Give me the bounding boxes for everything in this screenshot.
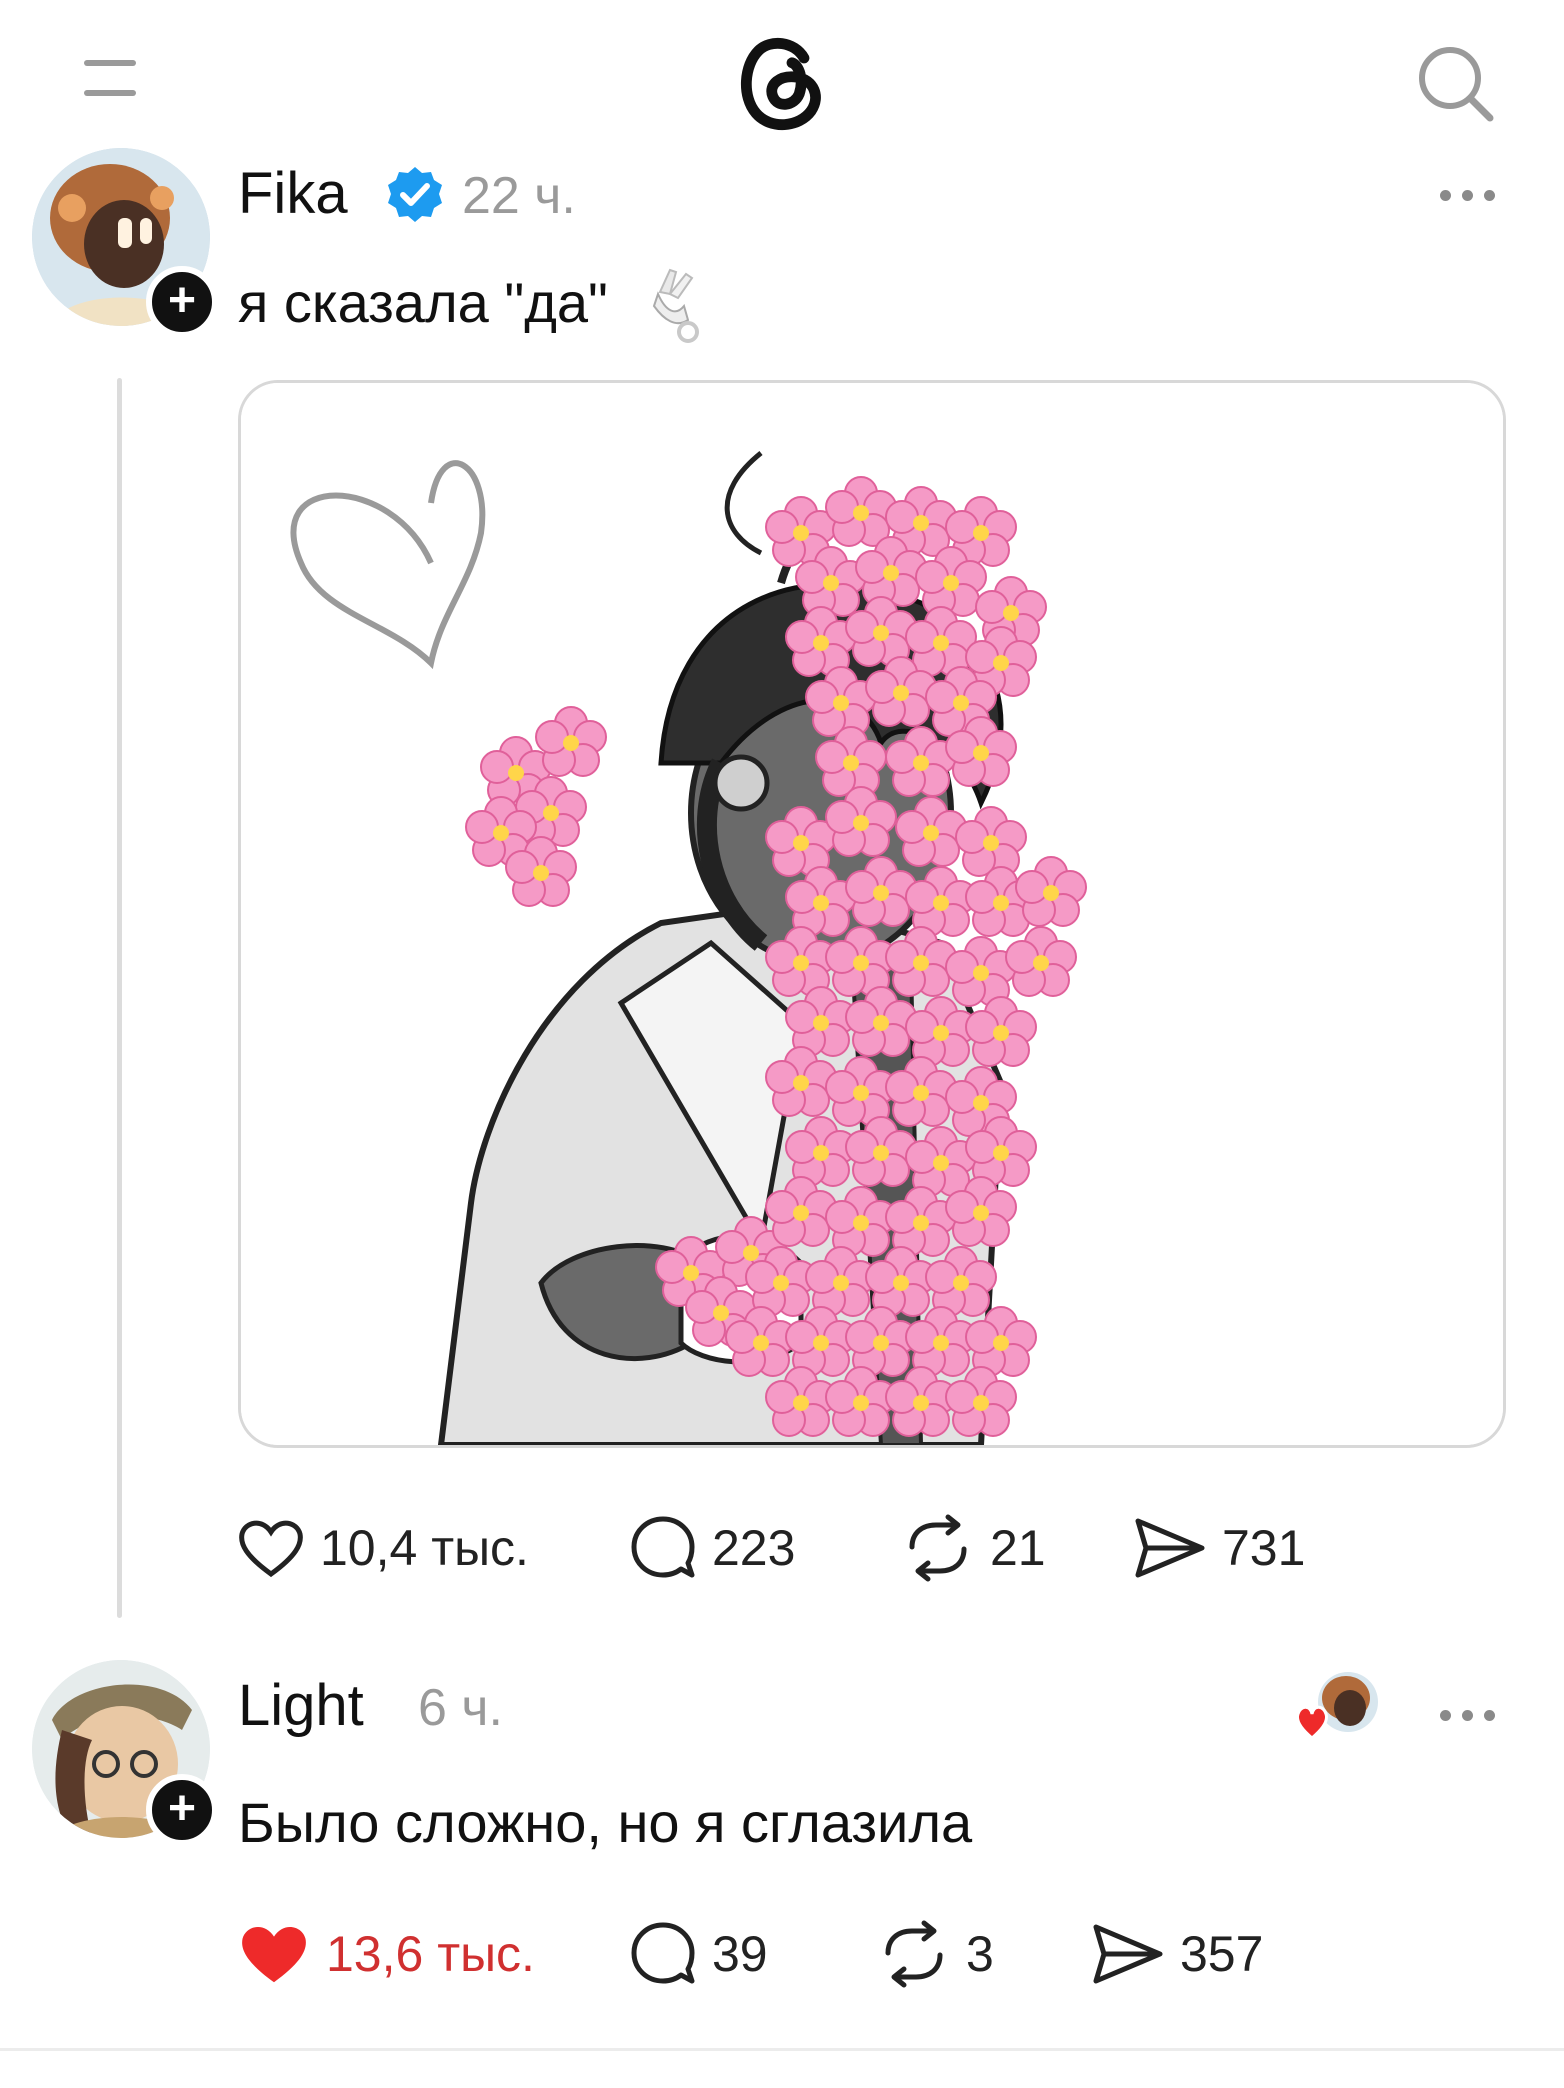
like-count: 10,4 тыс. [320,1520,529,1576]
post-text: я сказала "да" [238,271,608,334]
post-time: 22 ч. [462,167,576,225]
repost-button[interactable]: 21 [900,1508,1046,1588]
more-options-icon[interactable] [1440,180,1520,210]
comment-icon [631,1516,695,1578]
post-fika: + Fika 22 ч. я сказала "да" 10,4 тыс. 22… [0,0,1564,1640]
comment-button[interactable]: 39 [628,1914,768,1994]
verified-badge-icon [388,167,442,222]
post-text: Было сложно, но я сглазила [238,1791,973,1854]
send-icon [1135,1518,1205,1578]
post-image[interactable] [238,380,1506,1448]
follow-button[interactable]: + [146,266,218,338]
heart-filled-icon [242,1926,306,1983]
username[interactable]: Fika [238,160,348,227]
share-button[interactable]: 731 [1132,1508,1305,1588]
comment-count: 223 [712,1520,796,1576]
follow-button[interactable]: + [146,1774,218,1846]
hand-with-ring-emoji [652,268,699,343]
repost-icon [885,1920,943,1988]
more-options-icon[interactable] [1440,1700,1520,1730]
like-count: 13,6 тыс. [326,1926,535,1982]
share-count: 357 [1180,1926,1264,1982]
comment-icon [631,1922,695,1984]
thread-line [117,378,122,1618]
like-button[interactable]: 10,4 тыс. [236,1508,529,1588]
post-light: + Light 6 ч. Было сложно, но я сглазила … [0,1640,1564,2040]
repost-count: 3 [966,1926,994,1982]
username[interactable]: Light [238,1672,364,1739]
heart-icon [239,1520,303,1578]
share-count: 731 [1222,1520,1306,1576]
comment-button[interactable]: 223 [628,1508,795,1588]
share-button[interactable]: 357 [1090,1914,1263,1994]
like-button[interactable]: 13,6 тыс. [236,1914,535,1994]
divider [0,2048,1564,2051]
post-time: 6 ч. [418,1679,503,1737]
comment-count: 39 [712,1926,768,1982]
repost-button[interactable]: 3 [876,1914,994,1994]
send-icon [1093,1924,1163,1984]
illustration-image [241,383,1503,1445]
repost-count: 21 [990,1520,1046,1576]
author-avatar-heart-icon [1296,1672,1378,1740]
repost-icon [909,1514,967,1582]
